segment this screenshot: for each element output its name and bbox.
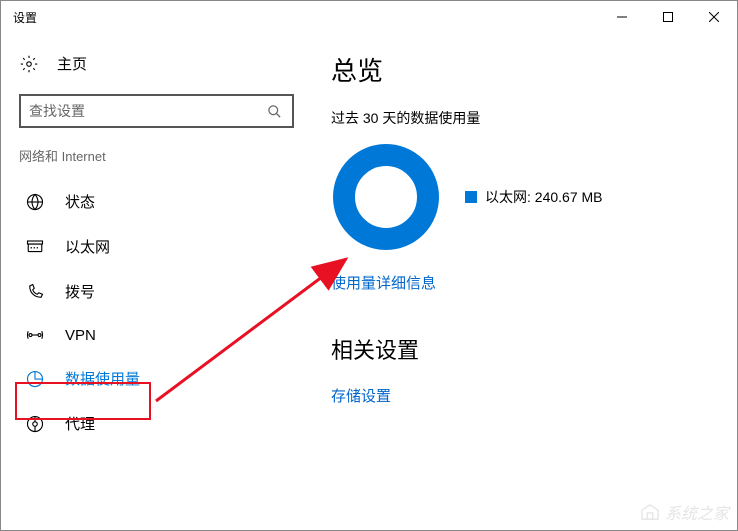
- legend-label: 以太网: 240.67 MB: [485, 187, 603, 207]
- vpn-icon: [25, 326, 45, 344]
- watermark: 系统之家: [639, 500, 729, 524]
- close-button[interactable]: [691, 1, 737, 33]
- home-label: 主页: [57, 53, 87, 74]
- sidebar-item-label: 数据使用量: [65, 368, 140, 389]
- sidebar-item-data-usage[interactable]: 数据使用量: [19, 356, 311, 401]
- search-input[interactable]: [29, 103, 264, 119]
- chart-legend: 以太网: 240.67 MB: [465, 187, 603, 207]
- sidebar-item-ethernet[interactable]: 以太网: [19, 224, 311, 269]
- page-title: 总览: [331, 51, 717, 88]
- window-title: 设置: [13, 9, 37, 26]
- sidebar-item-status[interactable]: 状态: [19, 179, 311, 224]
- category-label: 网络和 Internet: [19, 146, 311, 165]
- ethernet-icon: [25, 238, 45, 256]
- pie-chart-icon: [25, 370, 45, 388]
- subtitle: 过去 30 天的数据使用量: [331, 108, 717, 128]
- gear-icon: [19, 55, 39, 73]
- sidebar-item-proxy[interactable]: 代理: [19, 401, 311, 446]
- sidebar-item-label: 代理: [65, 413, 95, 434]
- storage-settings-link[interactable]: 存储设置: [331, 388, 391, 405]
- main-content: 总览 过去 30 天的数据使用量 以太网: 240.67 MB 使用量详细信息 …: [311, 33, 737, 530]
- maximize-button[interactable]: [645, 1, 691, 33]
- search-icon[interactable]: [264, 101, 284, 121]
- home-button[interactable]: 主页: [19, 45, 311, 82]
- usage-details-link[interactable]: 使用量详细信息: [331, 272, 436, 293]
- sidebar-item-label: 拨号: [65, 281, 95, 302]
- related-settings-title: 相关设置: [331, 333, 717, 365]
- sidebar-item-vpn[interactable]: VPN: [19, 314, 311, 356]
- sidebar-item-label: 状态: [65, 191, 95, 212]
- minimize-button[interactable]: [599, 1, 645, 33]
- sidebar-item-label: 以太网: [65, 236, 110, 257]
- legend-swatch: [465, 191, 477, 203]
- data-usage-chart: [331, 142, 441, 252]
- sidebar: 主页 网络和 Internet 状态 以太网: [1, 33, 311, 530]
- phone-icon: [25, 283, 45, 301]
- search-box[interactable]: [19, 94, 294, 128]
- sidebar-item-label: VPN: [65, 327, 96, 344]
- sidebar-item-dialup[interactable]: 拨号: [19, 269, 311, 314]
- globe-icon: [25, 193, 45, 211]
- proxy-icon: [25, 415, 45, 433]
